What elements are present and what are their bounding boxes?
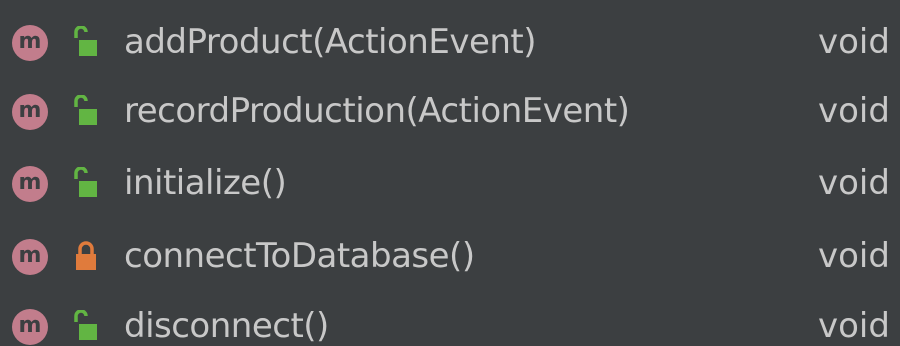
member-signature: initialize() (124, 163, 287, 203)
member-row-disconnect[interactable]: m disconnect() void (0, 290, 900, 346)
structure-member-list: m addProduct(ActionEvent) void m recordP… (0, 0, 900, 346)
method-icon: m (12, 25, 48, 61)
member-signature: addProduct(ActionEvent) (124, 22, 537, 62)
member-return-type: void (818, 91, 890, 131)
member-signature: connectToDatabase() (124, 236, 475, 276)
member-signature: disconnect() (124, 306, 329, 346)
member-return-type: void (818, 163, 890, 203)
member-row-addProduct[interactable]: m addProduct(ActionEvent) void (0, 6, 900, 78)
method-icon: m (12, 94, 48, 130)
member-return-type: void (818, 306, 890, 346)
unlocked-lock-icon (74, 167, 97, 197)
unlocked-lock-icon (74, 95, 97, 125)
member-row-recordProduction[interactable]: m recordProduction(ActionEvent) void (0, 75, 900, 147)
method-icon: m (12, 166, 48, 202)
member-signature: recordProduction(ActionEvent) (124, 91, 630, 131)
locked-lock-icon (76, 241, 96, 270)
member-return-type: void (818, 236, 890, 276)
unlocked-lock-icon (74, 26, 97, 56)
method-icon: m (12, 239, 48, 275)
member-row-initialize[interactable]: m initialize() void (0, 147, 900, 219)
member-row-connectToDatabase[interactable]: m connectToDatabase() void (0, 220, 900, 292)
unlocked-lock-icon (74, 310, 97, 340)
method-icon: m (12, 309, 48, 345)
member-return-type: void (818, 22, 890, 62)
